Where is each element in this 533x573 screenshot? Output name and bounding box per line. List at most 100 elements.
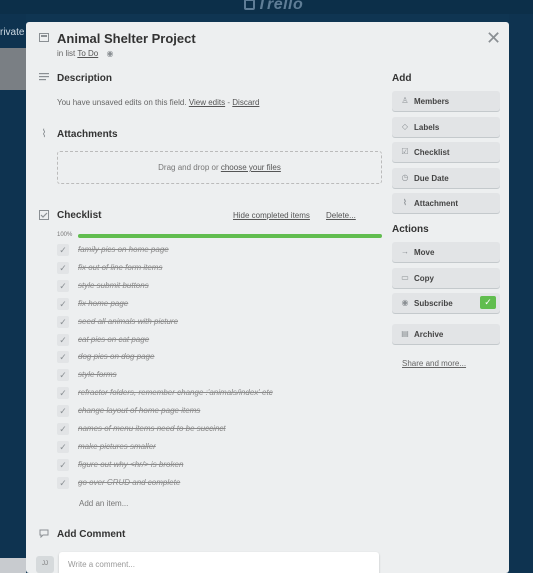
background-card-bottom [0,558,26,573]
checklist-item-checkbox[interactable]: ✓ [57,387,69,399]
checklist-item-text[interactable]: fix out of line form items [78,263,162,272]
checklist-item-text[interactable]: figure out why <hr/> is broken [78,460,183,469]
checklist-heading: Checklist [57,210,102,221]
checklist-item-text[interactable]: seed all animals with picture [78,317,178,326]
card-list-info: in list To Do ◉ [57,49,113,58]
checklist-item-checkbox[interactable]: ✓ [57,441,69,453]
list-name-link[interactable]: To Do [77,49,98,58]
checklist-item[interactable]: ✓ cat pics on cat page [57,334,377,347]
add-checklist-item[interactable]: Add an item... [79,499,128,508]
checklist-item-checkbox[interactable]: ✓ [57,369,69,381]
checklist-item-checkbox[interactable]: ✓ [57,405,69,417]
checklist-item-checkbox[interactable]: ✓ [57,262,69,274]
move-button[interactable]: → Move [392,242,500,262]
board-visibility-label: rivate [0,27,25,38]
archive-button-label: Archive [414,330,444,339]
card-icon: ▭ [401,273,409,282]
view-edits-link[interactable]: View edits [189,98,225,107]
checklist-item-text[interactable]: change layout of home page items [78,406,200,415]
checklist-item-text[interactable]: refractor folders, remember change :'ani… [78,388,273,397]
checklist-item-checkbox[interactable]: ✓ [57,316,69,328]
tag-icon: ◇ [401,122,409,131]
checklist-item-checkbox[interactable]: ✓ [57,351,69,363]
checklist-item[interactable]: ✓ family pics on home page [57,244,377,257]
checklist-item[interactable]: ✓ change layout of home page items [57,405,377,418]
card-title[interactable]: Animal Shelter Project [57,31,196,46]
checklist-item[interactable]: ✓ go over CRUD and complete [57,477,377,490]
checklist-item-checkbox[interactable]: ✓ [57,477,69,489]
members-button-label: Members [414,97,450,106]
checklist-item-text[interactable]: fix home page [78,299,128,308]
dropzone-text: Drag and drop or [158,163,219,172]
checklist-item-checkbox[interactable]: ✓ [57,280,69,292]
checklist-item[interactable]: ✓ refractor folders, remember change :'an… [57,387,377,400]
checklist-item-checkbox[interactable]: ✓ [57,298,69,310]
arrow-right-icon: → [401,247,409,256]
checklist-item-text[interactable]: make pictures smaller [78,442,156,451]
due-date-button-label: Due Date [414,174,449,183]
labels-button[interactable]: ◇ Labels [392,117,500,137]
checklist-item-checkbox[interactable]: ✓ [57,244,69,256]
checklist-button-label: Checklist [414,148,450,157]
share-and-more-link[interactable]: Share and more... [402,359,466,368]
due-date-button[interactable]: ◷ Due Date [392,168,500,188]
attachment-button-label: Attachment [414,199,459,208]
checklist-item-text[interactable]: cat pics on cat page [78,335,149,344]
trello-logo-icon [244,0,255,10]
attachment-button[interactable]: ⌇ Attachment [392,193,500,213]
checklist-item-checkbox[interactable]: ✓ [57,334,69,346]
labels-button-label: Labels [414,123,440,132]
delete-checklist-link[interactable]: Delete... [326,211,356,220]
checklist-item-text[interactable]: names of menu items need to be succinct [78,424,226,433]
comment-placeholder: Write a comment... [68,560,135,569]
checklist-item[interactable]: ✓ style submit buttons [57,280,377,293]
discard-link[interactable]: Discard [232,98,259,107]
close-icon[interactable]: ✕ [486,29,501,47]
checklist-item-text[interactable]: style forms [78,370,117,379]
checklist-item-checkbox[interactable]: ✓ [57,459,69,471]
checklist-item[interactable]: ✓ dog pics on dog page [57,351,377,364]
add-comment-heading: Add Comment [57,529,126,540]
unsaved-edits-notice: You have unsaved edits on this field. Vi… [57,98,259,107]
avatar[interactable]: JJ [36,556,54,573]
archive-icon: ▤ [401,329,409,338]
checklist-item-text[interactable]: dog pics on dog page [78,352,155,361]
checklist-icon [38,210,50,223]
board-right-area [509,14,533,573]
checklist-item[interactable]: ✓ seed all animals with picture [57,316,377,329]
checklist-item[interactable]: ✓ fix out of line form items [57,262,377,275]
checklist-button[interactable]: ☑ Checklist [392,142,500,162]
move-button-label: Move [414,248,435,257]
description-heading: Description [57,73,113,84]
copy-button-label: Copy [414,274,434,283]
copy-button[interactable]: ▭ Copy [392,268,500,288]
members-button[interactable]: ♙ Members [392,91,500,111]
checklist-item-text[interactable]: family pics on home page [78,245,169,254]
comment-input[interactable]: Write a comment... [59,552,379,573]
hide-completed-link[interactable]: Hide completed items [233,211,310,220]
attachment-dropzone[interactable]: Drag and drop or choose your files [57,151,382,184]
checklist-item-checkbox[interactable]: ✓ [57,423,69,435]
checklist-item-text[interactable]: go over CRUD and complete [78,478,180,487]
card-icon [38,33,50,45]
board-header: Trello [0,0,533,14]
unsaved-edits-text: You have unsaved edits on this field. [57,98,187,107]
in-list-prefix: in list [57,49,76,58]
subscribe-button[interactable]: ◉ Subscribe ✓ [392,293,500,313]
checklist-item[interactable]: ✓ make pictures smaller [57,441,377,454]
paperclip-icon: ⌇ [41,128,47,140]
checklist-item[interactable]: ✓ figure out why <hr/> is broken [57,459,377,472]
checklist-item[interactable]: ✓ names of menu items need to be succinct [57,423,377,436]
subscribed-check-icon: ✓ [480,296,496,309]
background-card [0,48,26,90]
checklist-item[interactable]: ✓ style forms [57,369,377,382]
clock-icon: ◷ [401,173,409,182]
subscribe-button-label: Subscribe [414,299,453,308]
checklist-item-text[interactable]: style submit buttons [78,281,149,290]
checklist-item[interactable]: ✓ fix home page [57,298,377,311]
trello-logo[interactable]: Trello [244,0,303,14]
choose-files-link[interactable]: choose your files [221,163,281,172]
eye-icon: ◉ [401,298,409,307]
archive-button[interactable]: ▤ Archive [392,324,500,344]
notice-separator: - [227,98,231,107]
